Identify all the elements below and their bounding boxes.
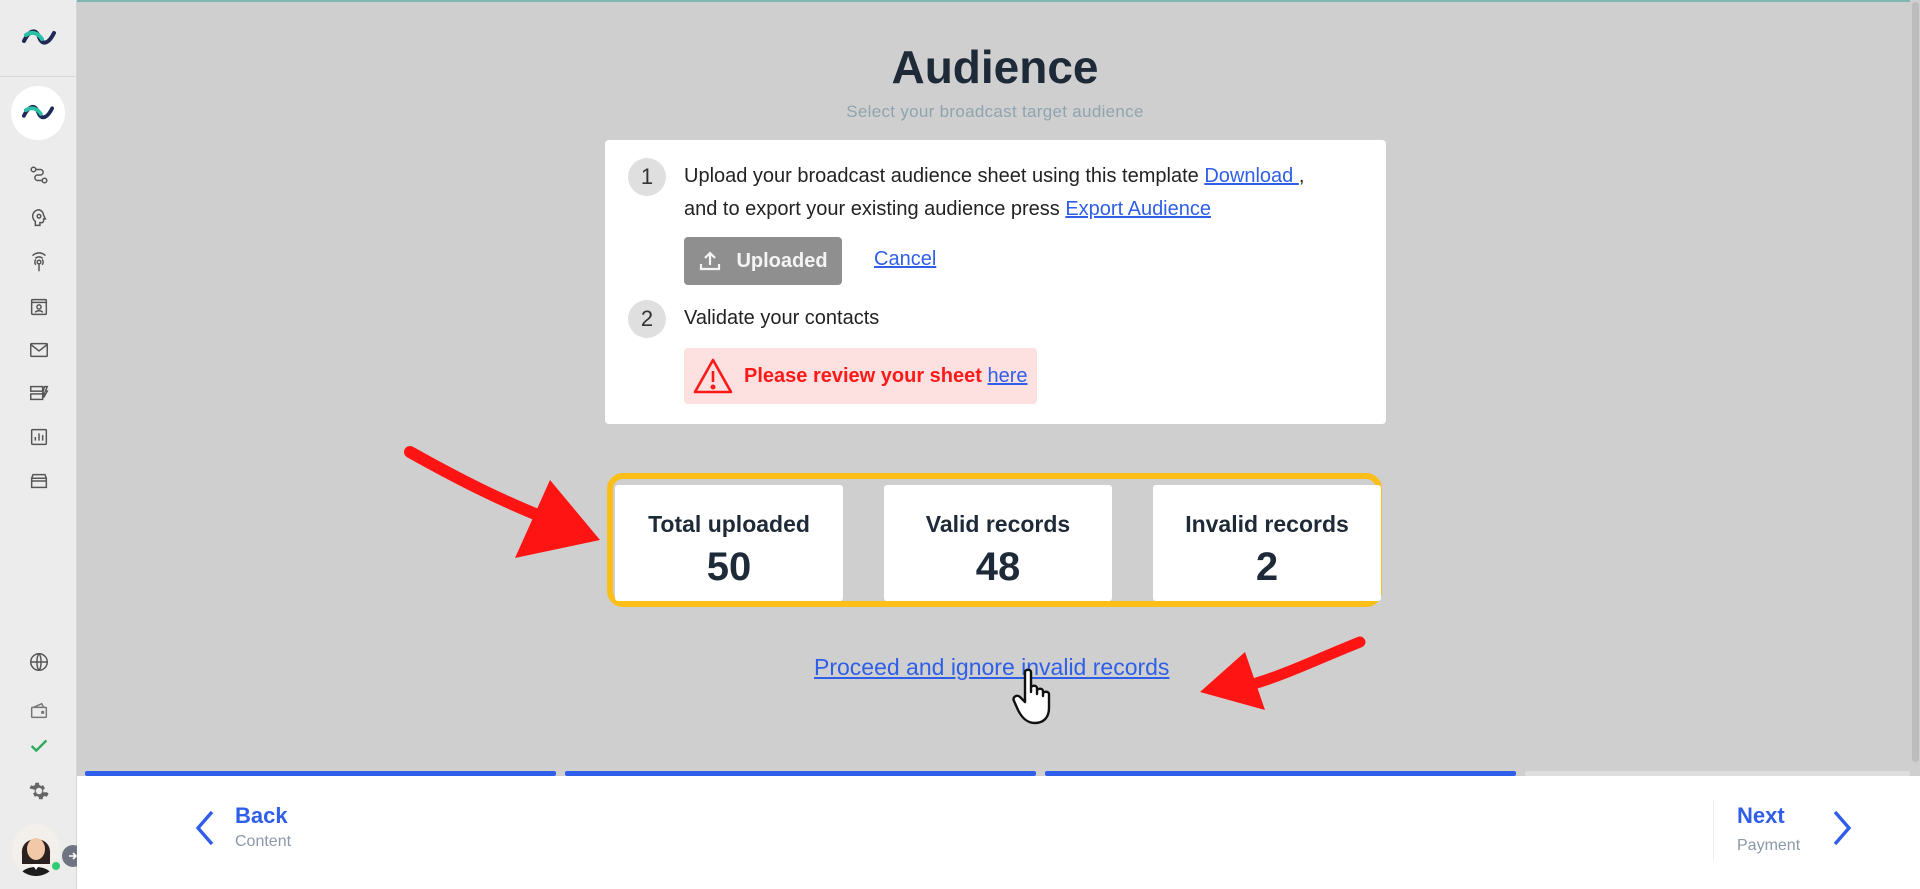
warning-message: Please review your sheet here — [744, 365, 1028, 388]
back-sublabel: Content — [235, 833, 292, 850]
chevron-right-icon[interactable] — [1829, 808, 1855, 848]
page-title: Audience — [891, 41, 1099, 93]
review-sheet-link[interactable]: here — [987, 365, 1027, 387]
step-1-comma: , — [1298, 165, 1305, 187]
proceed-ignore-invalid-link[interactable]: Proceed and ignore invalid records — [814, 654, 1169, 681]
validation-warning: Please review your sheet here — [684, 348, 1037, 404]
cancel-link[interactable]: Cancel — [874, 248, 936, 271]
analytics-icon[interactable] — [0, 422, 77, 452]
store-icon[interactable] — [0, 466, 77, 496]
settings-icon[interactable] — [0, 776, 77, 806]
back-label[interactable]: Back — [235, 803, 288, 829]
download-template-link[interactable]: Download — [1204, 165, 1299, 187]
online-status-dot — [50, 860, 62, 872]
stat-label: Total uploaded — [648, 511, 810, 537]
stats-highlight-frame: Total uploaded 50 Valid records 48 Inval… — [607, 473, 1382, 607]
stat-value: 48 — [975, 545, 1021, 589]
stat-value: 2 — [1255, 545, 1279, 589]
footer-divider — [1713, 800, 1714, 860]
scrollbar-thumb[interactable] — [1912, 2, 1919, 762]
page-subtitle: Select your broadcast target audience — [846, 102, 1144, 121]
stat-invalid-records: Invalid records 2 — [1153, 485, 1381, 601]
chevron-left-icon — [195, 810, 214, 846]
templates-icon[interactable] — [0, 378, 77, 408]
next-sublabel: Payment — [1737, 837, 1801, 854]
stat-valid-records: Valid records 48 — [884, 485, 1112, 601]
next-label[interactable]: Next — [1737, 803, 1785, 829]
sidebar — [0, 0, 77, 889]
stat-value: 50 — [706, 545, 752, 589]
uploaded-button-label: Uploaded — [736, 249, 828, 272]
flows-icon[interactable] — [0, 160, 77, 190]
inbox-icon[interactable] — [0, 335, 77, 365]
step-1-instructions: Upload your broadcast audience sheet usi… — [684, 160, 1374, 226]
export-audience-link[interactable]: Export Audience — [1065, 198, 1211, 220]
step-number-2: 2 — [628, 300, 666, 338]
contacts-icon[interactable] — [0, 292, 77, 322]
check-icon[interactable] — [0, 731, 77, 761]
globe-icon[interactable] — [0, 647, 77, 677]
upload-icon — [700, 251, 721, 271]
step-number-1: 1 — [628, 158, 666, 196]
uploaded-button[interactable]: Uploaded — [684, 237, 842, 285]
stat-label: Invalid records — [1185, 511, 1349, 537]
stat-total-uploaded: Total uploaded 50 — [615, 485, 843, 601]
annotation-arrow-right — [1200, 636, 1366, 710]
warning-icon — [693, 358, 733, 394]
wallet-icon[interactable] — [0, 696, 77, 726]
top-accent-line — [0, 0, 1920, 2]
wizard-footer — [77, 776, 1920, 889]
step-2-text: Validate your contacts — [684, 307, 880, 329]
upload-card: 1 Upload your broadcast audience sheet u… — [605, 140, 1386, 424]
annotation-arrow-left — [404, 446, 600, 558]
stat-label: Valid records — [925, 511, 1071, 537]
step-1-text: Upload your broadcast audience sheet usi… — [684, 165, 1205, 187]
bot-icon[interactable] — [0, 203, 77, 233]
step-1-text-line2: and to export your existing audience pre… — [684, 198, 1066, 220]
broadcast-icon[interactable] — [0, 248, 77, 278]
warning-text: Please review your sheet — [744, 364, 988, 387]
